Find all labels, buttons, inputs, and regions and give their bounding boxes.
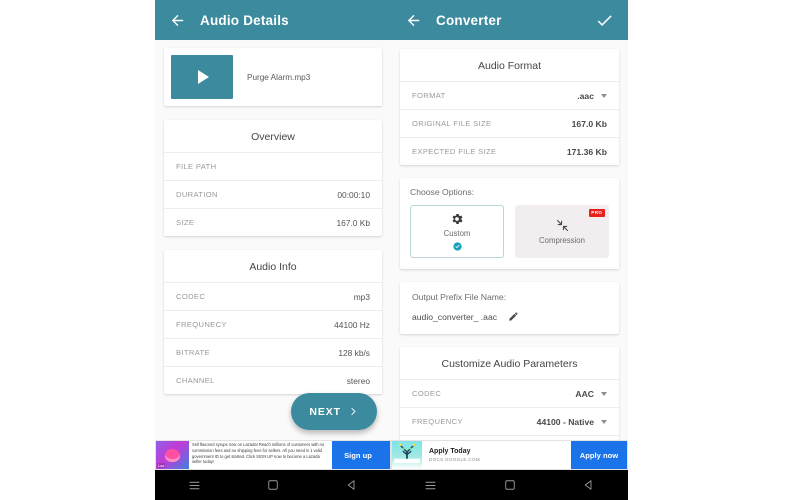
row-key: FREQUNECY <box>176 320 227 329</box>
recents-icon[interactable] <box>411 470 451 500</box>
table-row: CHANNEL stereo <box>164 366 382 394</box>
row-key: FREQUENCY <box>412 417 463 426</box>
option-custom[interactable]: Custom <box>410 205 504 258</box>
arrow-left-icon[interactable] <box>169 12 186 29</box>
back-triangle-icon[interactable] <box>332 470 372 500</box>
play-icon <box>198 70 209 84</box>
row-key: CODEC <box>412 389 442 398</box>
next-button-label: NEXT <box>309 405 341 418</box>
row-value: mp3 <box>353 291 370 302</box>
row-key: DURATION <box>176 190 218 199</box>
format-row[interactable]: FORMAT .aac <box>400 81 619 109</box>
row-value: 44100 Hz <box>334 319 370 330</box>
row-key: BITRATE <box>176 348 210 357</box>
table-row: CODEC mp3 <box>164 282 382 310</box>
choose-options-label: Choose Options: <box>410 187 475 197</box>
output-prefix-label: Output Prefix File Name: <box>412 292 507 302</box>
file-name: Purge Alarm.mp3 <box>247 72 311 82</box>
option-compression[interactable]: PRO Compression <box>515 205 609 258</box>
ad-copy-text: Sell flavored syrups now on Lazada! Reac… <box>192 442 325 465</box>
recents-icon[interactable] <box>174 470 214 500</box>
pro-badge: PRO <box>588 209 605 217</box>
row-value: 167.0 Kb <box>571 118 607 129</box>
customize-card-title: Customize Audio Parameters <box>441 358 578 370</box>
row-key: FORMAT <box>412 91 446 100</box>
overview-card: Overview FILE PATH DURATION 00:00:10 SIZ… <box>164 120 382 236</box>
table-row: BITRATE 128 kb/s <box>164 338 382 366</box>
ad-body: Sell flavored syrups now on Lazada! Reac… <box>189 441 332 469</box>
ad-subtitle: DOCS.GOOGLE.COM <box>429 456 480 462</box>
audio-details-screen: Audio Details Purge Alarm.mp3 Overview F… <box>155 0 391 500</box>
row-key: ORIGINAL FILE SIZE <box>412 119 492 128</box>
row-value: stereo <box>346 375 370 386</box>
audio-details-scroll[interactable]: Purge Alarm.mp3 Overview FILE PATH DURAT… <box>155 40 391 440</box>
row-key: SIZE <box>176 218 195 227</box>
gear-icon <box>450 212 464 226</box>
table-row: EXPECTED FILE SIZE 171.36 Kb <box>400 137 619 165</box>
row-value: 44100 - Native <box>536 416 594 427</box>
check-icon[interactable] <box>595 11 614 30</box>
next-button[interactable]: NEXT <box>291 393 377 430</box>
row-key: FILE PATH <box>176 162 217 171</box>
table-row: FREQUNECY 44100 Hz <box>164 310 382 338</box>
audio-format-card-title: Audio Format <box>477 60 542 72</box>
audio-format-card: Audio Format FORMAT .aac ORIGINAL FILE S… <box>400 49 619 165</box>
row-key: CHANNEL <box>176 376 215 385</box>
selected-check-icon <box>452 242 462 251</box>
ad-cta-button[interactable]: Apply now <box>571 441 627 469</box>
page-title: Converter <box>436 12 502 28</box>
table-row: DURATION 00:00:10 <box>164 180 382 208</box>
choose-options-card: Choose Options: Custom PRO Compression <box>400 178 619 269</box>
table-row: ORIGINAL FILE SIZE 167.0 Kb <box>400 109 619 137</box>
compress-arrows-icon <box>555 218 570 233</box>
chevron-down-icon[interactable] <box>601 391 607 396</box>
row-value: 171.36 Kb <box>566 146 607 157</box>
frequency-row[interactable]: FREQUENCY 44100 - Native <box>400 407 619 435</box>
option-label: Compression <box>539 236 585 245</box>
file-header-card: Purge Alarm.mp3 <box>164 48 382 106</box>
customize-audio-parameters-card: Customize Audio Parameters CODEC AAC FRE… <box>400 347 619 440</box>
tree-illustration-icon <box>392 441 422 469</box>
chevron-right-icon <box>348 406 359 417</box>
audio-info-card-title: Audio Info <box>249 261 297 273</box>
converter-scroll[interactable]: Audio Format FORMAT .aac ORIGINAL FILE S… <box>391 40 628 440</box>
ad-banner-left[interactable]: Laz Sell flavored syrups now on Lazada! … <box>155 440 391 470</box>
codec-row[interactable]: CODEC AAC <box>400 379 619 407</box>
home-square-icon[interactable] <box>490 470 530 500</box>
row-key: EXPECTED FILE SIZE <box>412 147 497 156</box>
output-prefix-card: Output Prefix File Name: audio_converter… <box>400 282 619 334</box>
output-prefix-value: audio_converter_ .aac <box>412 311 498 322</box>
ad-title: Apply Today <box>429 448 471 456</box>
audio-info-card: Audio Info CODEC mp3 FREQUNECY 44100 Hz … <box>164 250 382 394</box>
ad-banner-right[interactable]: Apply Today DOCS.GOOGLE.COM Apply now <box>391 440 628 470</box>
ad-cta-button[interactable]: Sign up <box>332 441 384 469</box>
option-label: Custom <box>443 229 471 238</box>
converter-screen: Converter Audio Format FORMAT .aac ORIGI… <box>391 0 628 500</box>
screenshot-root: Audio Details Purge Alarm.mp3 Overview F… <box>0 0 800 500</box>
row-value: AAC <box>575 388 594 399</box>
android-navbar <box>155 470 391 500</box>
android-navbar <box>391 470 628 500</box>
home-square-icon[interactable] <box>253 470 293 500</box>
chevron-down-icon[interactable] <box>601 93 607 98</box>
lazada-logo-icon: Laz <box>156 441 189 469</box>
converter-appbar: Converter <box>391 0 628 40</box>
row-value: 167.0 Kb <box>336 217 370 228</box>
chevron-down-icon[interactable] <box>601 419 607 424</box>
page-title: Audio Details <box>200 12 289 28</box>
row-value: 128 kb/s <box>338 347 370 358</box>
table-row: FILE PATH <box>164 152 382 180</box>
pencil-icon[interactable] <box>508 311 519 322</box>
ad-edge-sliver <box>384 441 390 469</box>
table-row: SIZE 167.0 Kb <box>164 208 382 236</box>
back-triangle-icon[interactable] <box>569 470 609 500</box>
row-key: CODEC <box>176 292 206 301</box>
row-value: 00:00:10 <box>337 189 370 200</box>
overview-card-title: Overview <box>251 131 295 143</box>
audio-thumbnail[interactable] <box>171 55 233 99</box>
audio-details-appbar: Audio Details <box>155 0 391 40</box>
row-value: .aac <box>577 90 594 101</box>
arrow-left-icon[interactable] <box>405 12 422 29</box>
